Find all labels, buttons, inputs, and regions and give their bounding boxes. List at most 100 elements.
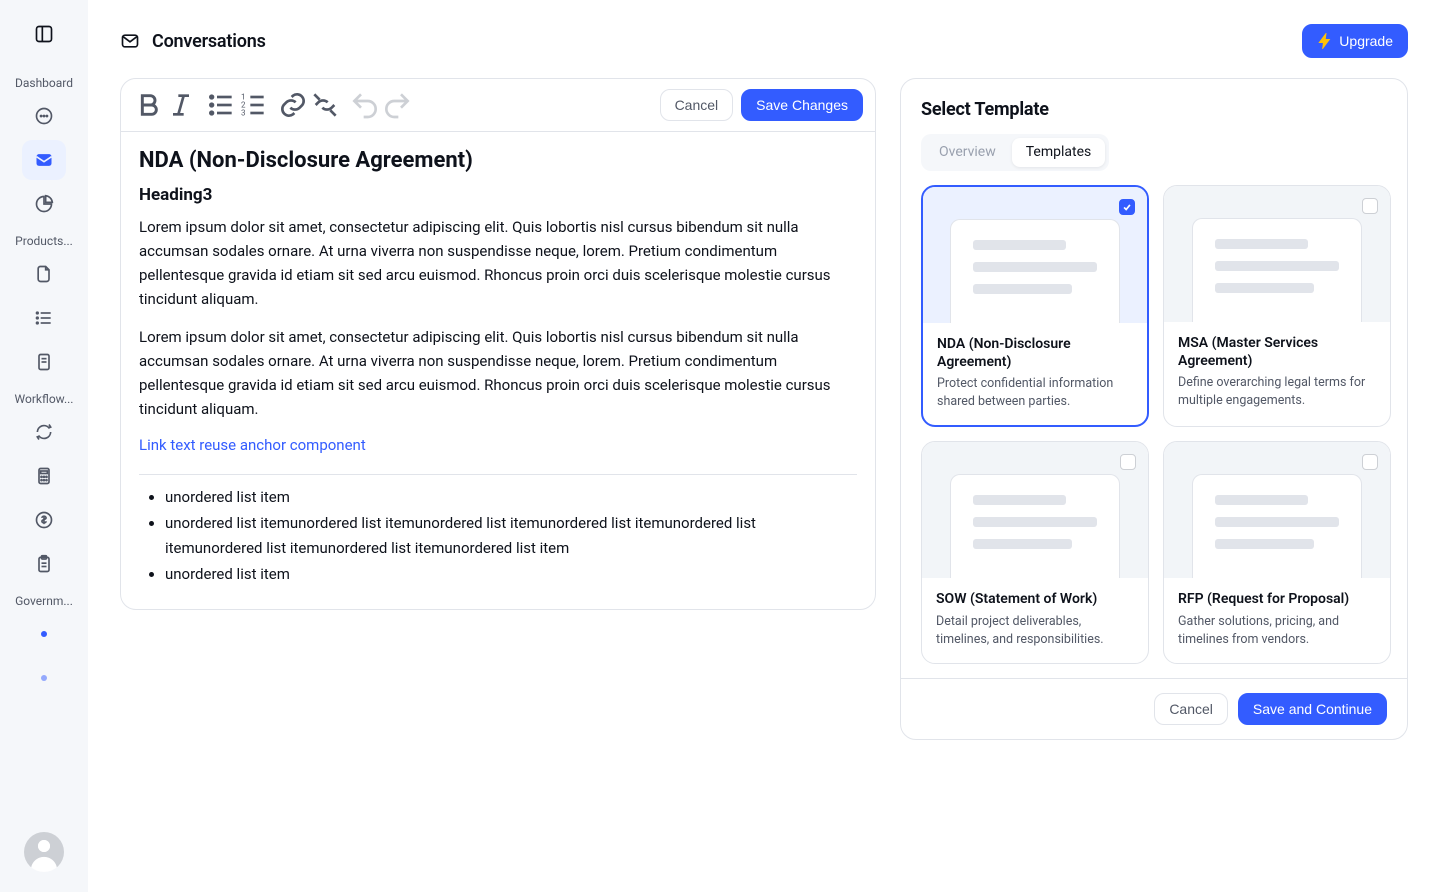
link-icon bbox=[277, 89, 309, 121]
sidebar: Dashboard Products... Workflow... bbox=[0, 0, 88, 892]
mail-icon bbox=[34, 150, 54, 170]
nav-mail[interactable] bbox=[22, 140, 66, 180]
nav-docs[interactable] bbox=[22, 254, 66, 294]
nav-billing[interactable] bbox=[22, 500, 66, 540]
template-card[interactable]: MSA (Master Services Agreement) Define o… bbox=[1163, 185, 1391, 428]
bullet-list-icon bbox=[205, 89, 237, 121]
list-item: unordered list item bbox=[165, 562, 857, 588]
bold-icon bbox=[133, 89, 165, 121]
template-title: SOW (Statement of Work) bbox=[936, 590, 1134, 608]
template-description: Protect confidential information shared … bbox=[937, 375, 1133, 411]
clipboard-icon bbox=[34, 554, 54, 574]
panel-tabs: Overview Templates bbox=[921, 134, 1109, 171]
doc-link[interactable]: Link text reuse anchor component bbox=[139, 436, 366, 454]
doc-divider bbox=[139, 474, 857, 475]
doc-paragraph: Lorem ipsum dolor sit amet, consectetur … bbox=[139, 325, 857, 421]
list-item: unordered list item bbox=[165, 485, 857, 511]
preview-doc-icon bbox=[1192, 218, 1362, 322]
nav-sync[interactable] bbox=[22, 412, 66, 452]
redo-button[interactable] bbox=[381, 89, 413, 121]
link-button[interactable] bbox=[277, 89, 309, 121]
chat-icon bbox=[34, 106, 54, 126]
page-header: Conversations Upgrade bbox=[120, 0, 1408, 78]
editor-toolbar: 123 Cancel Save Changes bbox=[121, 79, 875, 132]
template-preview bbox=[923, 187, 1147, 323]
unlink-button[interactable] bbox=[309, 89, 341, 121]
italic-icon bbox=[165, 89, 197, 121]
undo-button[interactable] bbox=[349, 89, 381, 121]
nav-section-government: Governm... bbox=[8, 594, 80, 608]
template-preview bbox=[1164, 442, 1390, 578]
template-title: MSA (Master Services Agreement) bbox=[1178, 334, 1376, 370]
main: Conversations Upgrade 123 bbox=[88, 0, 1440, 892]
doc-heading-3: Heading3 bbox=[139, 185, 857, 205]
panel-continue-button[interactable]: Save and Continue bbox=[1238, 693, 1387, 725]
doc-heading-2: NDA (Non-Disclosure Agreement) bbox=[139, 148, 857, 173]
template-checkbox[interactable] bbox=[1120, 454, 1136, 470]
template-preview bbox=[1164, 186, 1390, 322]
nav-section-products: Products... bbox=[8, 234, 80, 248]
template-panel: Select Template Overview Templates NDA ( bbox=[900, 78, 1408, 740]
numbered-list-button[interactable]: 123 bbox=[237, 89, 269, 121]
page-title: Conversations bbox=[152, 31, 266, 52]
upgrade-button[interactable]: Upgrade bbox=[1302, 24, 1408, 58]
template-checkbox[interactable] bbox=[1119, 199, 1135, 215]
list-icon bbox=[34, 308, 54, 328]
dot-icon bbox=[41, 675, 47, 681]
nav-clipboard[interactable] bbox=[22, 544, 66, 584]
template-checkbox[interactable] bbox=[1362, 198, 1378, 214]
template-description: Define overarching legal terms for multi… bbox=[1178, 374, 1376, 410]
template-checkbox[interactable] bbox=[1362, 454, 1378, 470]
preview-doc-icon bbox=[1192, 474, 1362, 578]
editor-cancel-button[interactable]: Cancel bbox=[660, 89, 734, 121]
nav-list[interactable] bbox=[22, 298, 66, 338]
refresh-icon bbox=[34, 422, 54, 442]
nav-gov-2[interactable] bbox=[22, 658, 66, 698]
nav-section-dashboard: Dashboard bbox=[8, 76, 80, 90]
user-avatar[interactable] bbox=[24, 832, 64, 872]
template-title: NDA (Non-Disclosure Agreement) bbox=[937, 335, 1133, 371]
nav-section-workflow: Workflow... bbox=[8, 392, 80, 406]
panel-footer: Cancel Save and Continue bbox=[901, 678, 1407, 739]
numbered-list-icon: 123 bbox=[237, 89, 269, 121]
template-title: RFP (Request for Proposal) bbox=[1178, 590, 1376, 608]
lightning-icon bbox=[1317, 33, 1333, 49]
template-description: Detail project deliverables, timelines, … bbox=[936, 613, 1134, 649]
template-card[interactable]: RFP (Request for Proposal) Gather soluti… bbox=[1163, 441, 1391, 663]
template-description: Gather solutions, pricing, and timelines… bbox=[1178, 613, 1376, 649]
unlink-icon bbox=[309, 89, 341, 121]
preview-doc-icon bbox=[950, 219, 1120, 323]
italic-button[interactable] bbox=[165, 89, 197, 121]
doc-unordered-list: unordered list item unordered list itemu… bbox=[139, 485, 857, 587]
editor-save-button[interactable]: Save Changes bbox=[741, 89, 863, 121]
template-card[interactable]: NDA (Non-Disclosure Agreement) Protect c… bbox=[921, 185, 1149, 428]
calculator-icon bbox=[34, 466, 54, 486]
editor-card: 123 Cancel Save Changes NDA (Non-Disc bbox=[120, 78, 876, 610]
pie-chart-icon bbox=[34, 194, 54, 214]
undo-icon bbox=[349, 89, 381, 121]
editor-body[interactable]: NDA (Non-Disclosure Agreement) Heading3 … bbox=[121, 132, 875, 609]
preview-doc-icon bbox=[950, 474, 1120, 578]
app-logo-icon[interactable] bbox=[34, 24, 54, 44]
redo-icon bbox=[381, 89, 413, 121]
nav-calc[interactable] bbox=[22, 456, 66, 496]
nav-file[interactable] bbox=[22, 342, 66, 382]
panel-title: Select Template bbox=[921, 99, 1387, 120]
list-item: unordered list itemunordered list itemun… bbox=[165, 511, 857, 562]
nav-analytics[interactable] bbox=[22, 184, 66, 224]
doc-paragraph: Lorem ipsum dolor sit amet, consectetur … bbox=[139, 215, 857, 311]
template-preview bbox=[922, 442, 1148, 578]
mail-outline-icon bbox=[120, 31, 140, 51]
panel-cancel-button[interactable]: Cancel bbox=[1154, 693, 1228, 725]
dot-icon bbox=[41, 631, 47, 637]
document-icon bbox=[34, 264, 54, 284]
file-icon bbox=[34, 352, 54, 372]
template-card[interactable]: SOW (Statement of Work) Detail project d… bbox=[921, 441, 1149, 663]
bold-button[interactable] bbox=[133, 89, 165, 121]
upgrade-label: Upgrade bbox=[1339, 34, 1393, 48]
tab-overview[interactable]: Overview bbox=[925, 138, 1010, 167]
tab-templates[interactable]: Templates bbox=[1012, 138, 1106, 167]
nav-chat[interactable] bbox=[22, 96, 66, 136]
nav-gov-1[interactable] bbox=[22, 614, 66, 654]
bullet-list-button[interactable] bbox=[205, 89, 237, 121]
